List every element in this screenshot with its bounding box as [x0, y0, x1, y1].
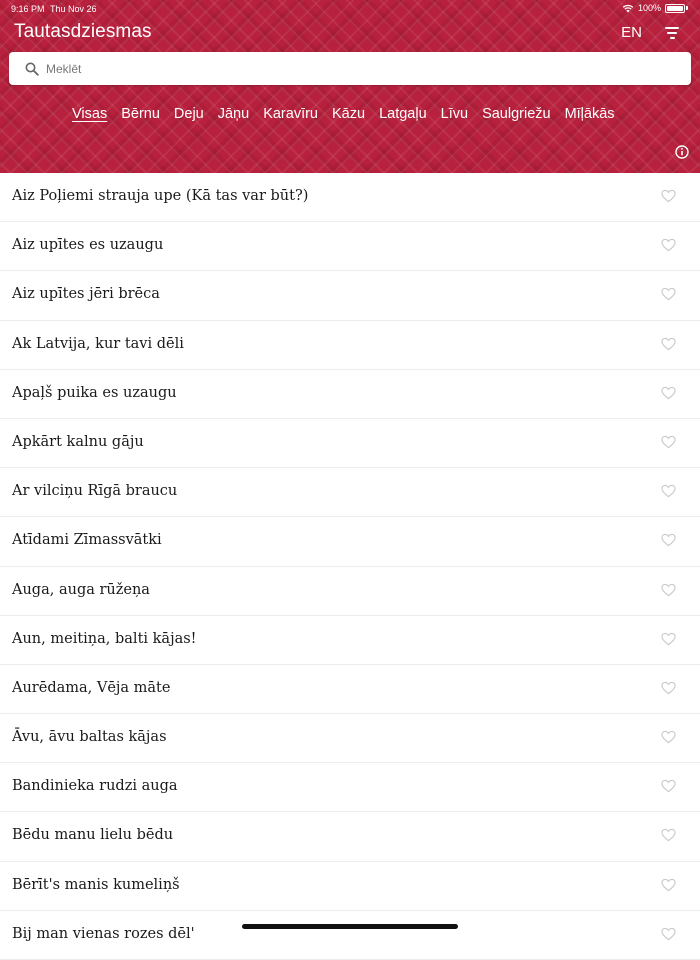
heart-outline-icon[interactable]: [661, 337, 676, 351]
song-title: Bērīt's manis kumeliņš: [12, 876, 180, 893]
app-title: Tautasdziesmas: [14, 21, 152, 42]
song-title: Bēdu manu lielu bēdu: [12, 827, 174, 844]
song-title: Auga, auga rūžeņa: [12, 581, 150, 598]
song-list: Aiz Poļiemi strauja upe (Kā tas var būt?…: [0, 173, 700, 960]
tab-livu[interactable]: Līvu: [441, 106, 468, 122]
song-row[interactable]: Bij man vienas rozes dēl': [0, 910, 700, 960]
song-title: Atīdami Zīmassvātki: [12, 532, 162, 549]
heart-outline-icon[interactable]: [661, 583, 676, 597]
heart-outline-icon[interactable]: [661, 828, 676, 842]
tab-latgalu[interactable]: Latgaļu: [379, 106, 427, 122]
song-title: Āvu, āvu baltas kājas: [12, 729, 167, 746]
heart-outline-icon[interactable]: [661, 681, 676, 695]
song-title: Bandinieka rudzi auga: [12, 778, 178, 795]
language-button[interactable]: EN: [621, 24, 642, 41]
category-tabs: Visas Bērnu Deju Jāņu Karavīru Kāzu Latg…: [72, 106, 615, 122]
song-row[interactable]: Auga, auga rūžeņa: [0, 566, 700, 616]
song-row[interactable]: Bandinieka rudzi auga: [0, 763, 700, 813]
heart-outline-icon[interactable]: [661, 287, 676, 301]
song-row[interactable]: Aiz Poļiemi strauja upe (Kā tas var būt?…: [0, 173, 700, 223]
song-title: Ar vilciņu Rīgā braucu: [12, 483, 178, 500]
tab-bernu[interactable]: Bērnu: [121, 106, 160, 122]
heart-outline-icon[interactable]: [661, 189, 676, 203]
battery-tip: [686, 6, 688, 10]
status-date: Thu Nov 26: [50, 4, 97, 14]
info-icon[interactable]: [675, 145, 689, 159]
status-right: 100%: [622, 3, 688, 13]
status-time: 9:16 PM: [11, 4, 45, 14]
tab-saulgriezu[interactable]: Saulgriežu: [482, 106, 551, 122]
battery-icon: [665, 3, 685, 13]
search-bar[interactable]: [9, 52, 691, 85]
wifi-icon: [622, 4, 634, 12]
song-row[interactable]: Ak Latvija, kur tavi dēli: [0, 320, 700, 370]
song-row[interactable]: Bēdu manu lielu bēdu: [0, 812, 700, 862]
song-title: Aiz Poļiemi strauja upe (Kā tas var būt?…: [12, 188, 309, 204]
song-row[interactable]: Ar vilciņu Rīgā braucu: [0, 468, 700, 518]
heart-outline-icon[interactable]: [661, 484, 676, 498]
status-bar: 9:16 PM Thu Nov 26 100%: [0, 0, 700, 18]
heart-outline-icon[interactable]: [661, 238, 676, 252]
search-input[interactable]: [46, 52, 666, 85]
home-indicator[interactable]: [242, 924, 458, 929]
heart-outline-icon[interactable]: [661, 632, 676, 646]
filter-icon[interactable]: [664, 27, 680, 41]
header-banner: 9:16 PM Thu Nov 26 100% Tautasdziesmas E…: [0, 0, 700, 181]
heart-outline-icon[interactable]: [661, 386, 676, 400]
song-row[interactable]: Aiz upītes jēri brēca: [0, 271, 700, 321]
heart-outline-icon[interactable]: [661, 533, 676, 547]
tab-milakas[interactable]: Mīļākās: [565, 106, 615, 122]
tab-visas[interactable]: Visas: [72, 106, 107, 122]
song-title: Aiz upītes jēri brēca: [12, 286, 160, 303]
song-row[interactable]: Apkārt kalnu gāju: [0, 418, 700, 469]
song-row[interactable]: Āvu, āvu baltas kājas: [0, 714, 700, 764]
tab-janu[interactable]: Jāņu: [218, 106, 249, 122]
heart-outline-icon[interactable]: [661, 878, 676, 892]
tab-deju[interactable]: Deju: [174, 106, 204, 122]
song-row[interactable]: Aiz upītes es uzaugu: [0, 222, 700, 272]
tab-kazu[interactable]: Kāzu: [332, 106, 365, 122]
battery-percent: 100%: [637, 3, 661, 13]
song-title: Aiz upītes es uzaugu: [12, 237, 164, 254]
tab-karaviru[interactable]: Karavīru: [263, 106, 318, 122]
song-row[interactable]: Aun, meitiņa, balti kājas!: [0, 615, 700, 665]
song-title: Apkārt kalnu gāju: [12, 433, 144, 450]
song-title: Ak Latvija, kur tavi dēli: [12, 335, 184, 352]
song-row[interactable]: Bērīt's manis kumeliņš: [0, 861, 700, 911]
heart-outline-icon[interactable]: [661, 730, 676, 744]
song-title: Apaļš puika es uzaugu: [12, 384, 177, 401]
heart-outline-icon[interactable]: [661, 435, 676, 449]
song-row[interactable]: Atīdami Zīmassvātki: [0, 517, 700, 567]
song-title: Aun, meitiņa, balti kājas!: [12, 630, 197, 647]
song-row[interactable]: Aurēdama, Vēja māte: [0, 664, 700, 715]
song-row[interactable]: Apaļš puika es uzaugu: [0, 369, 700, 419]
song-title: Aurēdama, Vēja māte: [12, 679, 171, 696]
search-icon: [25, 62, 39, 76]
heart-outline-icon[interactable]: [661, 779, 676, 793]
